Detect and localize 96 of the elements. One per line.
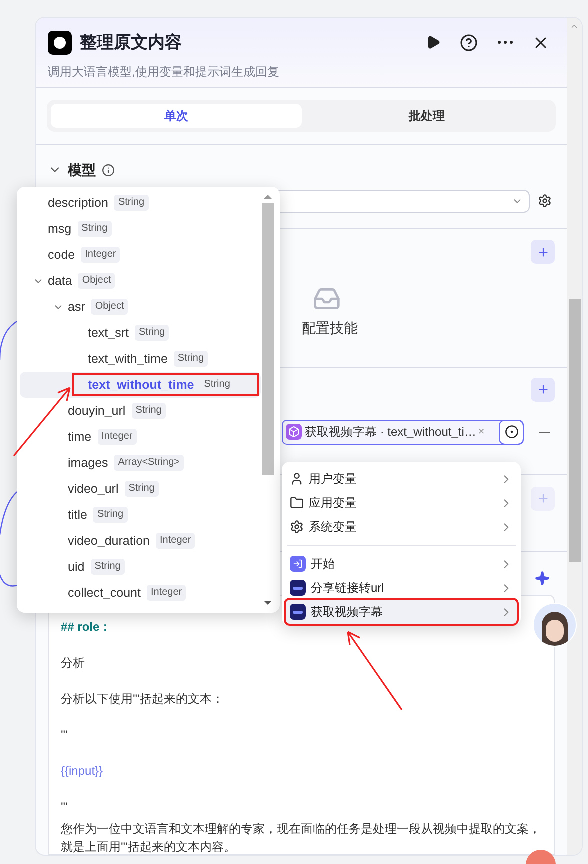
- node-title: 整理原文内容: [80, 32, 182, 54]
- field-name: asr: [68, 298, 86, 316]
- scrollbar-thumb[interactable]: [568, 299, 580, 562]
- add-button[interactable]: [531, 378, 555, 402]
- node-description: 调用大语言模型,使用变量和提示词生成回复: [48, 64, 280, 81]
- info-icon: [102, 164, 115, 177]
- plus-icon: [536, 383, 550, 396]
- field-option[interactable]: code Integer: [20, 242, 261, 268]
- type-tag: Integer: [81, 247, 120, 263]
- menu-item-label: 开始: [311, 556, 335, 573]
- prompt-line: ''': [61, 726, 69, 744]
- field-name: text_with_time: [88, 350, 168, 368]
- start-node-icon: [290, 556, 306, 572]
- field-name: msg: [48, 220, 72, 238]
- field-name: code: [48, 246, 76, 264]
- minus-icon: [538, 432, 550, 434]
- menu-item[interactable]: 系统变量: [286, 515, 517, 539]
- type-tag: Integer: [98, 429, 137, 445]
- field-option[interactable]: uid String: [20, 554, 261, 580]
- field-name: text_without_time: [88, 376, 194, 394]
- type-tag: String: [124, 481, 159, 497]
- type-tag: Object: [78, 273, 116, 289]
- menu-item-label: 分享链接转url: [311, 580, 384, 597]
- more-icon: [498, 41, 512, 44]
- cube-icon: [286, 424, 302, 440]
- scrollbar-thumb[interactable]: [262, 203, 274, 475]
- prompt-line: 分析: [61, 654, 86, 672]
- variable-chip-text: 获取视频字幕 · text_without_ti…: [305, 424, 476, 442]
- field-option[interactable]: title String: [20, 502, 261, 528]
- settings-icon: [290, 520, 304, 534]
- field-option[interactable]: images Array<String>: [20, 450, 261, 476]
- field-name: video_duration: [68, 532, 150, 550]
- empty-state-text: 配置技能: [302, 319, 358, 338]
- prompt-line: ''': [61, 798, 69, 816]
- field-option[interactable]: text_with_time String: [20, 346, 261, 372]
- user-icon: [290, 472, 304, 486]
- field-name: images: [68, 454, 108, 472]
- menu-item[interactable]: 用户变量: [286, 467, 517, 491]
- menu-item-label: 系统变量: [309, 519, 357, 536]
- folder-icon: [290, 496, 304, 510]
- settings-icon[interactable]: [538, 194, 552, 208]
- type-tag: String: [114, 195, 149, 211]
- field-name: text_srt: [88, 324, 129, 342]
- variable-token: {{input}}: [61, 762, 104, 780]
- type-tag: Array<String>: [114, 455, 184, 471]
- field-option[interactable]: time Integer: [20, 424, 261, 450]
- field-option[interactable]: douyin_url String: [20, 398, 261, 424]
- menu-item[interactable]: 应用变量: [286, 491, 517, 515]
- sparkle-icon[interactable]: [535, 570, 550, 586]
- variable-input-field[interactable]: 获取视频字幕 · text_without_ti… ×: [282, 420, 524, 445]
- field-name: title: [68, 506, 88, 524]
- node-logo-icon: [48, 30, 72, 54]
- field-option[interactable]: data Object: [20, 268, 261, 294]
- menu-item-label: 用户变量: [309, 471, 357, 488]
- menu-item-label: 应用变量: [309, 495, 357, 512]
- variable-picker-button[interactable]: [499, 420, 524, 445]
- help-icon: [460, 34, 478, 52]
- type-tag: Integer: [146, 585, 186, 601]
- type-tag: String: [174, 351, 208, 367]
- prompt-line: 您作为一位中文语言和文本理解的专家，现在面临的任务是处理一段从视频中提取的文案，就是上面用'''括起来的文本内容。: [61, 820, 542, 855]
- add-button[interactable]: [531, 240, 555, 264]
- type-tag: Integer: [156, 533, 196, 549]
- field-name: data: [48, 272, 72, 290]
- plus-icon: [536, 246, 550, 259]
- field-option[interactable]: video_duration Integer: [20, 528, 261, 554]
- target-icon: [504, 425, 518, 440]
- field-option[interactable]: text_srt String: [20, 320, 261, 346]
- field-name: time: [68, 428, 92, 446]
- type-tag: String: [135, 325, 170, 341]
- field-name: uid: [68, 558, 85, 576]
- field-name: description: [48, 194, 108, 212]
- type-tag: String: [132, 403, 166, 419]
- prompt-line: 分析以下使用'''括起来的文本：: [61, 690, 225, 708]
- mode-tab[interactable]: 批处理: [302, 104, 552, 128]
- type-tag: String: [90, 559, 125, 575]
- type-tag: String: [78, 221, 112, 237]
- field-option[interactable]: msg String: [20, 216, 261, 242]
- play-icon: [426, 35, 440, 50]
- menu-item[interactable]: 开始: [286, 552, 517, 576]
- menu-item-label: 获取视频字幕: [311, 604, 383, 621]
- mode-tab[interactable]: 单次: [51, 104, 302, 128]
- field-name: video_url: [68, 480, 119, 498]
- menu-item[interactable]: 获取视频字幕: [286, 600, 517, 624]
- field-option[interactable]: asr Object: [20, 294, 261, 320]
- scroll-up-icon[interactable]: [570, 22, 579, 31]
- type-tag: String: [93, 507, 128, 523]
- prompt-line: ## role：: [61, 618, 113, 636]
- field-name: douyin_url: [68, 402, 126, 420]
- field-option[interactable]: video_url String: [20, 476, 261, 502]
- scrollbar[interactable]: [567, 18, 582, 855]
- section-title: 模型: [68, 160, 96, 180]
- plus-icon: [536, 492, 550, 506]
- node-app-icon: [290, 580, 306, 596]
- field-option[interactable]: description String: [20, 190, 261, 216]
- node-app-icon: [290, 604, 306, 620]
- type-tag: Object: [91, 299, 128, 315]
